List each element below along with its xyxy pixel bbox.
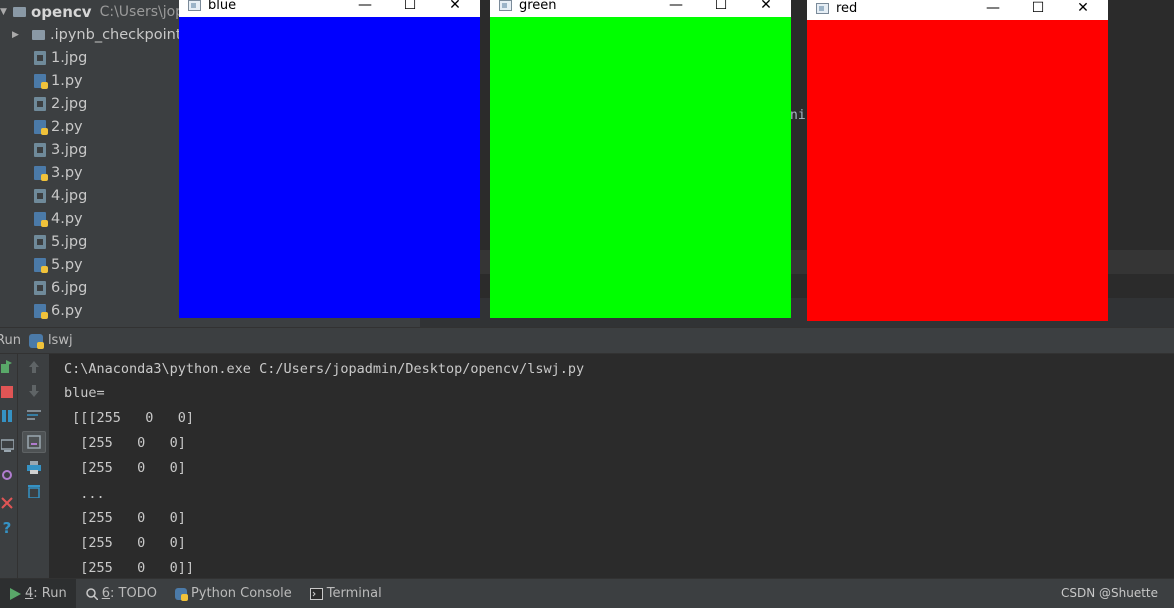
maximize-icon[interactable]: ☐ — [706, 0, 736, 15]
window-app-icon — [816, 2, 829, 14]
image-canvas — [807, 20, 1108, 321]
python-file-icon — [34, 303, 48, 319]
pin-icon[interactable] — [0, 466, 14, 484]
tab-todo-number: 6 — [101, 586, 111, 601]
window-title: green — [519, 0, 557, 13]
window-app-icon — [499, 0, 512, 11]
tree-item-label: .ipynb_checkpoints — [50, 26, 190, 43]
python-icon — [28, 333, 44, 349]
rerun-icon[interactable] — [0, 358, 14, 376]
image-file-icon — [34, 280, 46, 295]
tree-item-label: 4.py — [51, 210, 83, 227]
trash-icon[interactable] — [26, 483, 42, 499]
window-title: blue — [208, 0, 237, 13]
image-canvas — [490, 17, 791, 318]
console-line: C:\Anaconda3\python.exe C:/Users/jopadmi… — [64, 361, 585, 377]
run-config-name[interactable]: lswj — [48, 333, 73, 348]
tab-todo[interactable]: 6: TODO — [76, 579, 166, 608]
minimize-icon[interactable]: — — [350, 0, 380, 15]
console-output[interactable]: C:\Anaconda3\python.exe C:/Users/jopadmi… — [50, 354, 1174, 578]
tab-python-console[interactable]: Python Console — [166, 579, 301, 608]
tab-todo-label: : TODO — [110, 586, 157, 601]
console-line: [255 0 0] — [64, 535, 186, 551]
tree-item-label: 3.py — [51, 164, 83, 181]
chevron-down-icon[interactable]: ▼ — [0, 7, 10, 17]
stop-icon[interactable] — [0, 383, 14, 401]
folder-icon — [13, 7, 26, 17]
arrow-down-icon[interactable] — [26, 383, 42, 399]
image-file-icon — [34, 142, 46, 157]
run-label[interactable]: Run — [0, 333, 21, 348]
tree-item-label: 1.jpg — [51, 49, 88, 66]
image-file-icon — [34, 96, 46, 111]
tree-item-label: 6.py — [51, 302, 83, 319]
window-title: red — [836, 0, 858, 16]
console-line: [255 0 0] — [64, 435, 186, 451]
folder-icon — [32, 29, 45, 40]
console-line: ... — [64, 486, 105, 502]
tab-run[interactable]: 4: Run — [0, 578, 76, 608]
python-file-icon — [34, 119, 48, 135]
image-file-icon — [34, 188, 46, 203]
tab-terminal[interactable]: Terminal — [301, 579, 391, 608]
console-line: [255 0 0] — [64, 460, 186, 476]
tree-item-label: 2.py — [51, 118, 83, 135]
settings-icon[interactable] — [0, 436, 14, 454]
arrow-up-icon[interactable] — [26, 359, 42, 375]
window-app-icon — [188, 0, 201, 11]
tab-run-number: 4 — [25, 586, 34, 601]
todo-icon — [85, 588, 98, 600]
python-file-icon — [34, 165, 48, 181]
image-window-green[interactable]: green — ☐ ✕ — [490, 0, 791, 318]
tool-window-bar: 4: Run 6: TODO Python Console Terminal C… — [0, 578, 1174, 608]
minimize-icon[interactable]: — — [661, 0, 691, 15]
tree-item-label: 6.jpg — [51, 279, 88, 296]
image-canvas — [179, 17, 480, 318]
close-icon[interactable]: ✕ — [751, 0, 781, 15]
terminal-icon — [309, 587, 323, 600]
tree-item-label: 5.jpg — [51, 233, 88, 250]
tree-item-label: 4.jpg — [51, 187, 88, 204]
minimize-icon[interactable]: — — [978, 0, 1008, 20]
chevron-right-icon[interactable]: ▶ — [12, 30, 24, 40]
print-icon[interactable] — [26, 459, 42, 475]
soft-wrap-icon[interactable] — [26, 407, 42, 423]
image-window-red[interactable]: red — ☐ ✕ — [807, 0, 1108, 321]
close-icon[interactable]: ✕ — [1068, 0, 1098, 20]
image-file-icon — [34, 50, 46, 65]
pause-icon[interactable] — [0, 407, 14, 425]
tree-item-label: 2.jpg — [51, 95, 88, 112]
python-file-icon — [34, 73, 48, 89]
python-console-icon — [174, 587, 188, 601]
tree-item-label: 5.py — [51, 256, 83, 273]
tree-item-label: 3.jpg — [51, 141, 88, 158]
scroll-to-end-icon[interactable] — [22, 431, 46, 453]
image-window-blue[interactable]: blue — ☐ ✕ — [179, 0, 480, 318]
watermark-text: CSDN @Shuette — [1060, 586, 1158, 600]
run-toolbar-header: Run lswj — [0, 327, 1174, 354]
window-titlebar[interactable]: blue — ☐ ✕ — [179, 0, 480, 15]
python-file-icon — [34, 257, 48, 273]
image-file-icon — [34, 234, 46, 249]
close-icon[interactable] — [0, 494, 14, 512]
console-line: [255 0 0]] — [64, 560, 195, 576]
console-line: blue= — [64, 385, 105, 401]
run-icon — [10, 587, 21, 600]
python-file-icon — [34, 211, 48, 227]
help-icon[interactable]: ? — [0, 518, 14, 538]
maximize-icon[interactable]: ☐ — [395, 0, 425, 15]
console-line: [[[255 0 0] — [64, 410, 195, 426]
run-actions-toolbar: ? — [0, 354, 18, 578]
console-line: [255 0 0] — [64, 510, 186, 526]
close-icon[interactable]: ✕ — [440, 0, 470, 15]
window-titlebar[interactable]: red — ☐ ✕ — [807, 0, 1108, 20]
window-titlebar[interactable]: green — ☐ ✕ — [490, 0, 791, 15]
tree-item-label: 1.py — [51, 72, 83, 89]
tab-run-label: : Run — [33, 586, 67, 601]
project-name: opencv — [31, 3, 92, 21]
console-actions-toolbar — [18, 354, 50, 578]
tab-python-console-label: Python Console — [190, 586, 292, 601]
maximize-icon[interactable]: ☐ — [1023, 0, 1053, 20]
tab-terminal-label: Terminal — [326, 586, 382, 601]
